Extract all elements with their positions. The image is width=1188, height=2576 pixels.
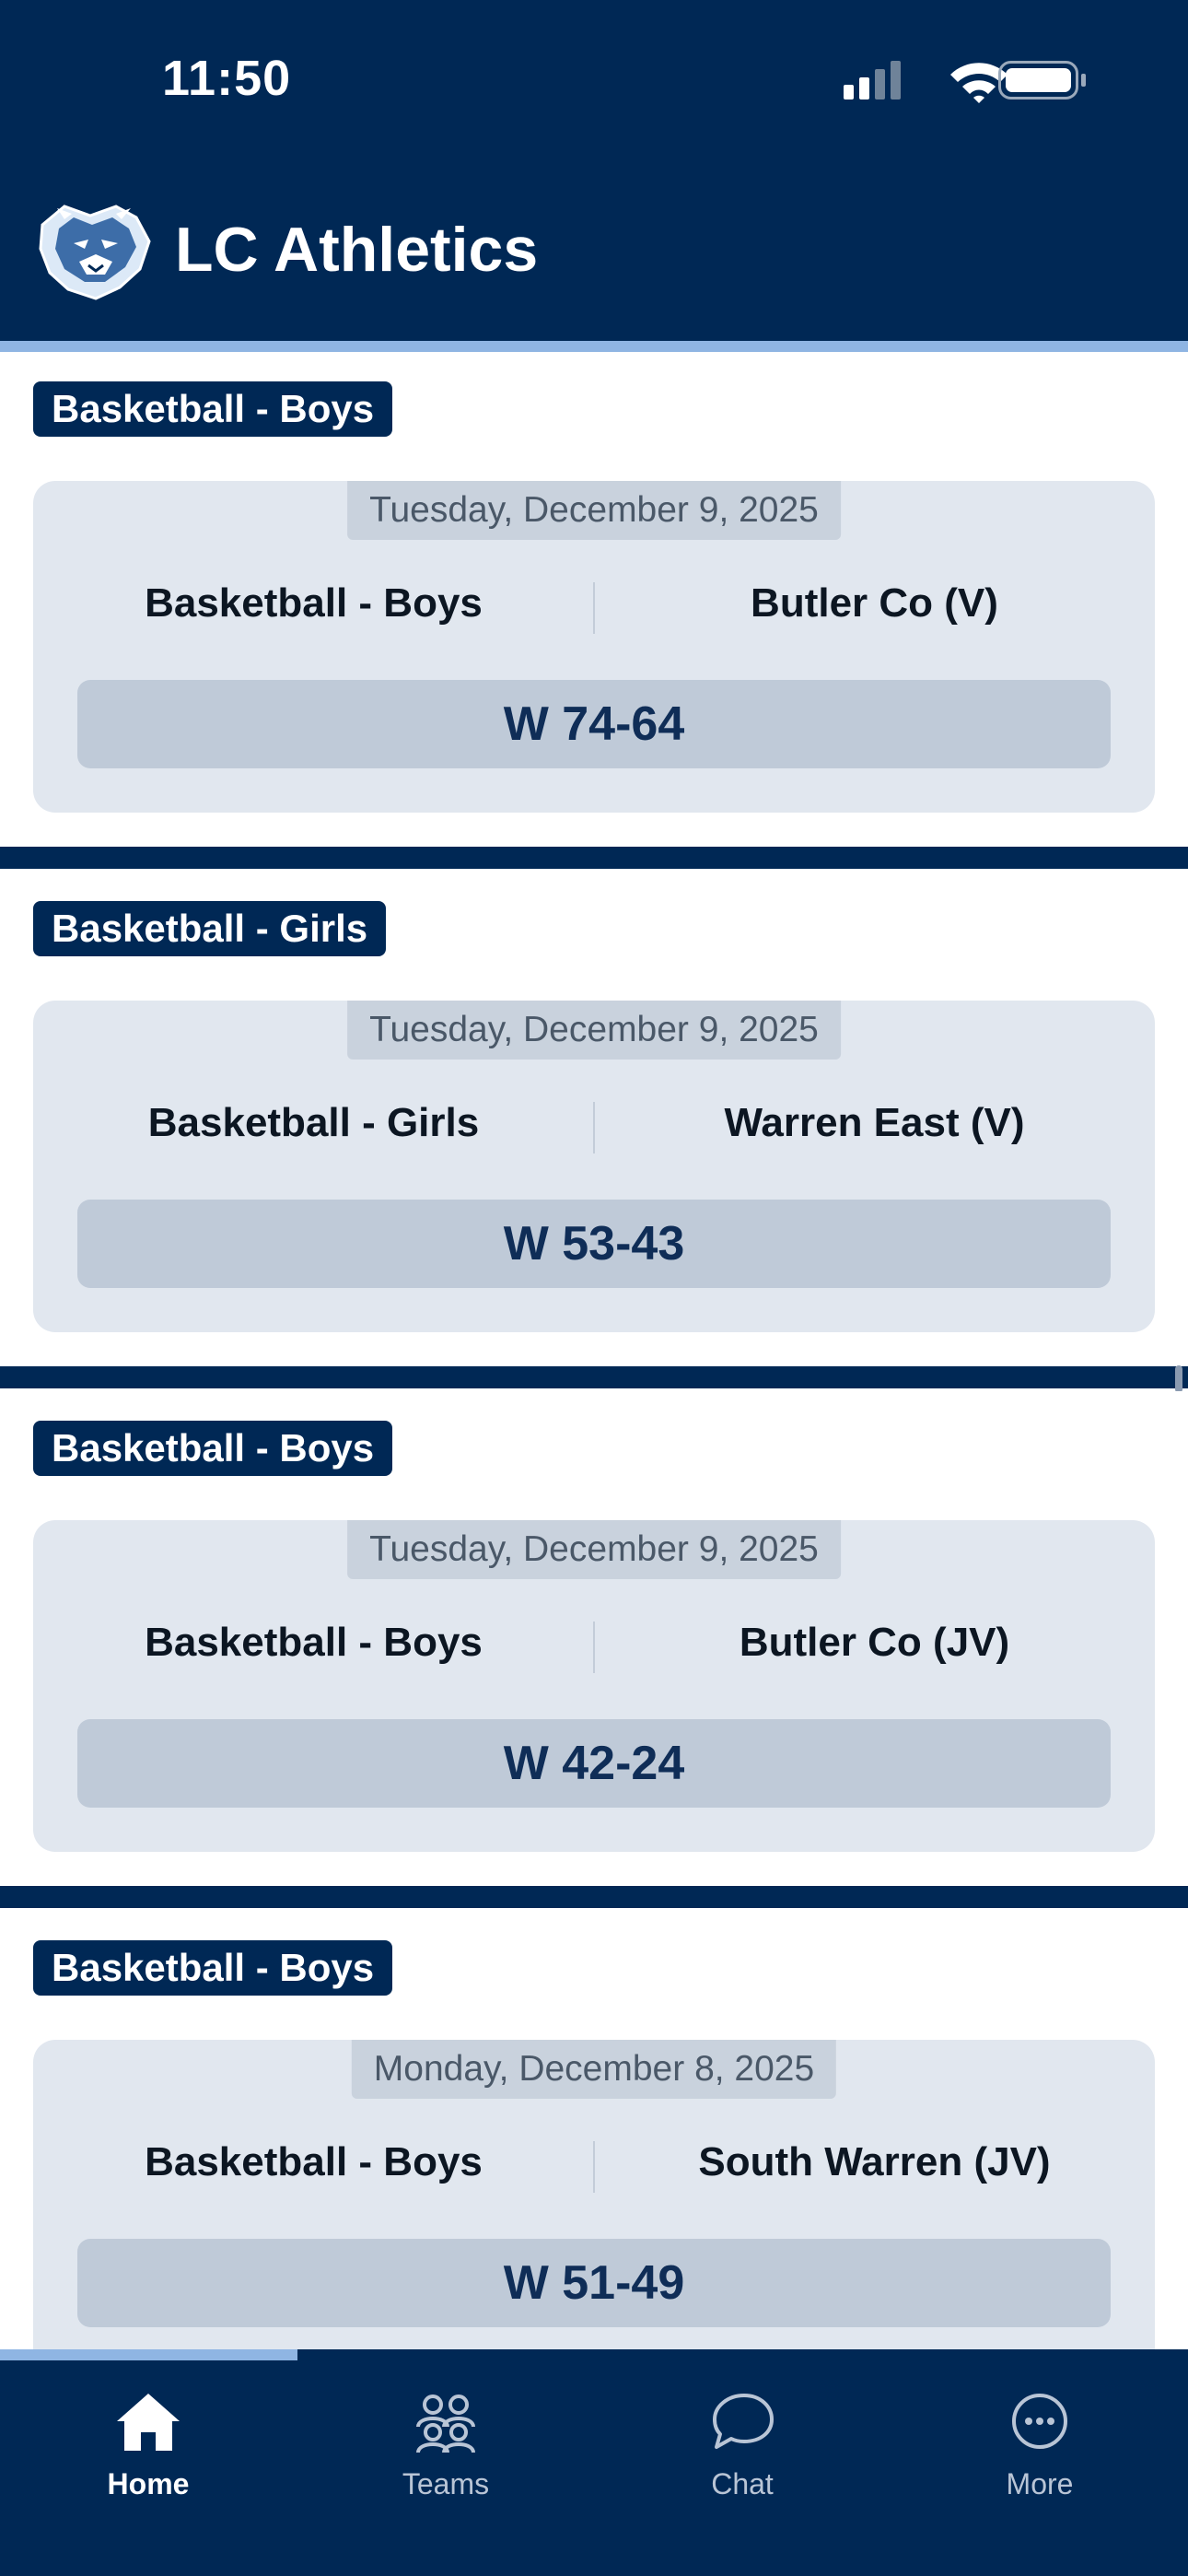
opponent-team: Warren East (V) bbox=[724, 1100, 1025, 1145]
game-section: Basketball - Boys Monday, December 8, 20… bbox=[0, 1911, 1188, 2349]
home-icon bbox=[117, 2394, 180, 2451]
home-team: Basketball - Girls bbox=[147, 1100, 480, 1145]
tab-label: Home bbox=[107, 2467, 190, 2500]
scrollbar-thumb[interactable] bbox=[1175, 1365, 1182, 1393]
teams-icon bbox=[416, 2395, 475, 2453]
app-header: 11:50 LC Athletics bbox=[0, 0, 1188, 341]
game-result: W 42-24 bbox=[77, 1719, 1111, 1808]
game-result: W 51-49 bbox=[77, 2239, 1111, 2327]
tab-label: Chat bbox=[711, 2467, 774, 2500]
home-team: Basketball - Boys bbox=[145, 1620, 483, 1665]
tab-more[interactable]: More bbox=[891, 2390, 1188, 2510]
section-divider bbox=[0, 1366, 1188, 1388]
status-icons-graphic bbox=[844, 61, 1086, 103]
game-section: Basketball - Boys Tuesday, December 9, 2… bbox=[0, 352, 1188, 872]
opponent-team: South Warren (JV) bbox=[698, 2139, 1051, 2184]
game-card[interactable]: Tuesday, December 9, 2025 Basketball - B… bbox=[33, 481, 1155, 813]
sport-tag: Basketball - Boys bbox=[33, 1940, 393, 1996]
game-date: Monday, December 8, 2025 bbox=[351, 2040, 837, 2099]
section-divider bbox=[0, 1886, 1188, 1908]
panther-logo-icon bbox=[39, 205, 151, 300]
game-date: Tuesday, December 9, 2025 bbox=[347, 1520, 841, 1579]
header-accent-strip bbox=[0, 341, 1188, 352]
game-result: W 53-43 bbox=[77, 1200, 1111, 1288]
app-title: LC Athletics bbox=[175, 215, 539, 285]
status-icons bbox=[840, 57, 1089, 103]
opponent-team: Butler Co (V) bbox=[751, 580, 998, 626]
game-date: Tuesday, December 9, 2025 bbox=[347, 1001, 841, 1060]
home-team: Basketball - Boys bbox=[145, 580, 483, 626]
game-card[interactable]: Tuesday, December 9, 2025 Basketball - B… bbox=[33, 1520, 1155, 1852]
tab-teams[interactable]: Teams bbox=[297, 2390, 594, 2510]
chat-icon bbox=[713, 2394, 774, 2449]
game-card[interactable]: Tuesday, December 9, 2025 Basketball - G… bbox=[33, 1001, 1155, 1332]
app-screen: 11:50 LC Athletics Basketball - Boys Tue… bbox=[0, 0, 1188, 2576]
games-feed[interactable]: Basketball - Boys Tuesday, December 9, 2… bbox=[0, 352, 1188, 2349]
sport-tag: Basketball - Boys bbox=[33, 1421, 393, 1476]
more-icon bbox=[1012, 2394, 1067, 2449]
game-section: Basketball - Girls Tuesday, December 9, … bbox=[0, 872, 1188, 1392]
game-section: Basketball - Boys Tuesday, December 9, 2… bbox=[0, 1391, 1188, 1912]
bottom-tab-bar: Home Teams Chat More bbox=[0, 2349, 1188, 2576]
tab-home[interactable]: Home bbox=[0, 2390, 297, 2510]
tab-label: More bbox=[1006, 2467, 1074, 2500]
battery-icon bbox=[998, 61, 1086, 100]
opponent-team: Butler Co (JV) bbox=[739, 1620, 1010, 1665]
home-team: Basketball - Boys bbox=[145, 2139, 483, 2184]
tab-label: Teams bbox=[402, 2467, 490, 2500]
game-result: W 74-64 bbox=[77, 680, 1111, 768]
section-divider bbox=[0, 847, 1188, 869]
sport-tag: Basketball - Girls bbox=[33, 901, 387, 956]
cellular-signal-icon bbox=[844, 61, 901, 100]
game-card[interactable]: Monday, December 8, 2025 Basketball - Bo… bbox=[33, 2040, 1155, 2349]
active-tab-indicator bbox=[0, 2349, 297, 2360]
status-time: 11:50 bbox=[162, 51, 292, 106]
tab-chat[interactable]: Chat bbox=[594, 2390, 891, 2510]
game-date: Tuesday, December 9, 2025 bbox=[347, 481, 841, 540]
sport-tag: Basketball - Boys bbox=[33, 381, 393, 437]
